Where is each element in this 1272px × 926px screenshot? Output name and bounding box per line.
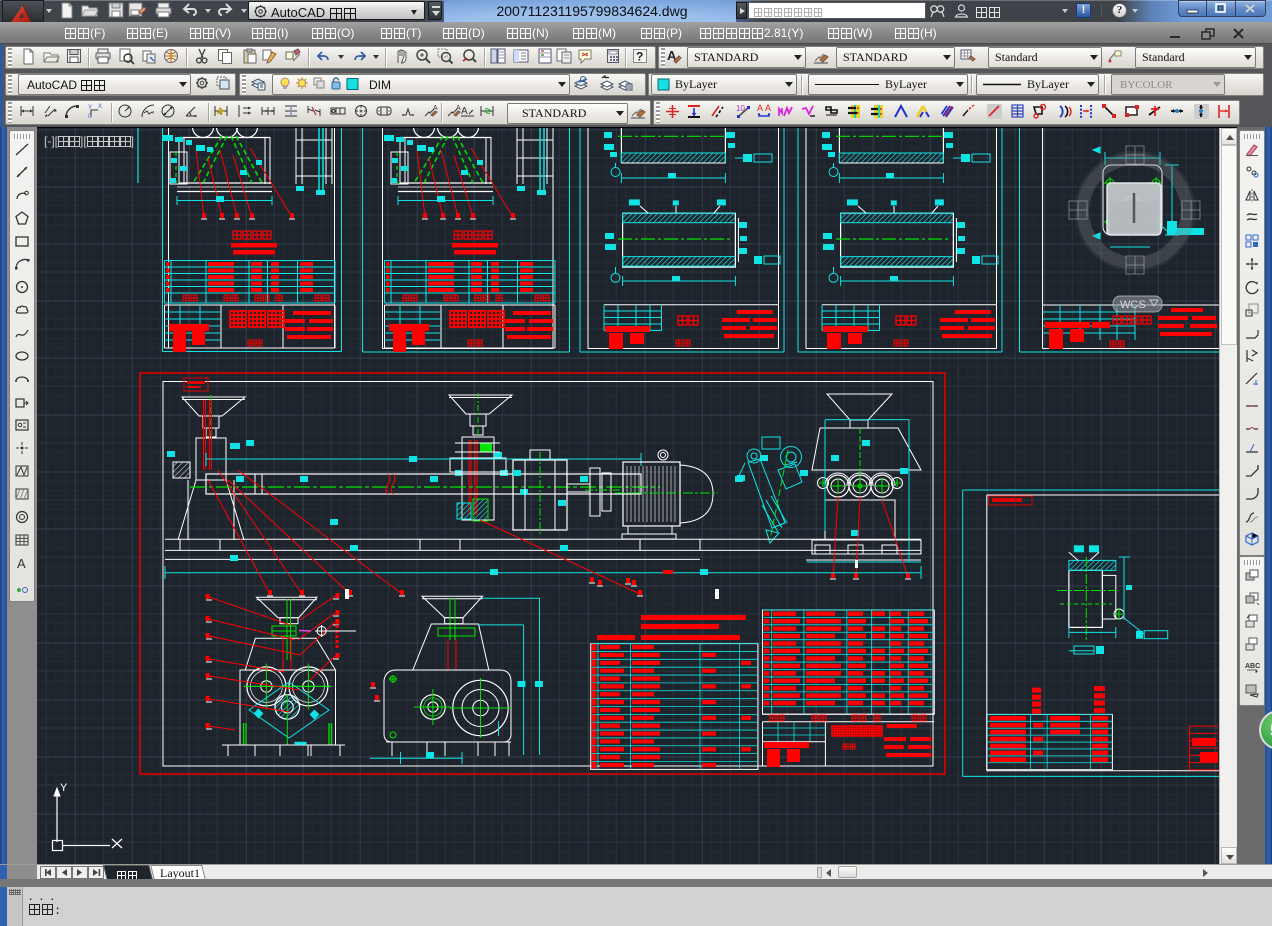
svg-text:A: A bbox=[433, 105, 438, 112]
svg-text:A: A bbox=[17, 556, 26, 571]
svg-text:A: A bbox=[757, 103, 763, 113]
svg-text:Y: Y bbox=[88, 105, 92, 111]
svg-text:X: X bbox=[98, 104, 102, 110]
svg-text:ABC: ABC bbox=[1245, 663, 1260, 670]
svg-text:?: ? bbox=[636, 50, 643, 64]
svg-text:A: A bbox=[461, 106, 468, 117]
svg-text:WCS: WCS bbox=[1120, 299, 1146, 311]
svg-text:A: A bbox=[765, 103, 771, 113]
svg-text:Y: Y bbox=[60, 782, 68, 794]
